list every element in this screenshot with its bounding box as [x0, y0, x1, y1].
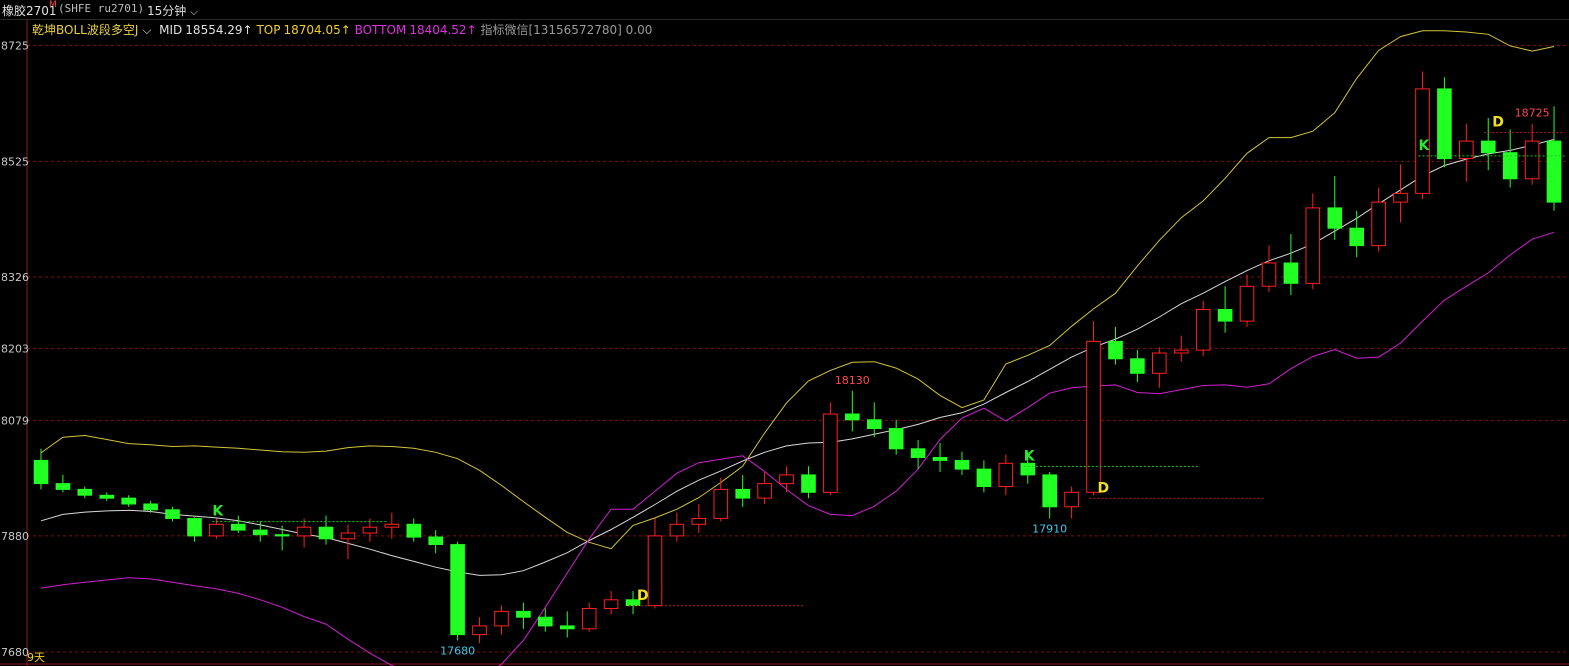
candle-body [1086, 340, 1101, 493]
grid-lines [0, 20, 1569, 666]
candle-body [516, 610, 531, 618]
sell-signal-d: D [637, 588, 649, 604]
candle-body [231, 523, 246, 531]
candle-body [33, 459, 49, 485]
y-tick-label: 8525 [1, 155, 29, 168]
buy-signal-k: K [1418, 138, 1430, 154]
title-bar: 橡胶2701 M (SHFE ru2701) 15分钟 ⌵ [0, 0, 1569, 20]
candle-body [209, 523, 224, 537]
annotations: 18130 17680 17910 18725 K D K D K D [212, 107, 1565, 657]
candle-body [1481, 140, 1496, 154]
candle-body [296, 526, 312, 537]
candle-body [1349, 227, 1365, 247]
band-line-bottom [40, 231, 1555, 666]
y-tick-label: 8326 [1, 271, 29, 284]
candles [33, 71, 1562, 644]
candle-body [1524, 140, 1540, 180]
candle-body [428, 536, 443, 545]
candle-body [99, 494, 115, 499]
candle-body [647, 535, 663, 607]
candle-body [1108, 340, 1123, 360]
candle-body [165, 509, 180, 519]
candle-body [1393, 192, 1408, 203]
candle-body [274, 534, 290, 537]
candle-body [1327, 207, 1343, 229]
candle-body [1437, 88, 1452, 160]
candle-body [318, 526, 334, 540]
candle-body [1152, 352, 1167, 374]
y-tick-label: 8203 [1, 342, 29, 355]
candle-body [538, 616, 553, 627]
candle-body [932, 457, 948, 461]
candle-body [779, 474, 794, 485]
candle-body [187, 518, 202, 537]
candle-body [823, 413, 838, 493]
candle-body [472, 625, 487, 636]
candle-body [1239, 285, 1255, 322]
candle-body [494, 610, 509, 627]
candle-body [757, 483, 772, 499]
low-price-label: 17680 [440, 644, 475, 657]
y-axis: 8725 8525 8326 8203 8079 7880 76809天 [1, 39, 45, 664]
candle-body [253, 529, 268, 536]
y-tick-label: 8725 [1, 39, 29, 52]
bottom-left-label: 9天 [27, 651, 45, 664]
candle-body [384, 523, 400, 528]
candle-body [954, 459, 970, 470]
candle-body [581, 608, 597, 630]
candle-body [691, 518, 707, 525]
candle-body [450, 544, 465, 636]
symbol-flag: M [49, 0, 57, 10]
candle-body [1546, 140, 1562, 203]
candle-body [998, 462, 1014, 487]
candlestick-chart[interactable]: 18130176801791018725KDKDKD 8725852583268… [0, 20, 1569, 666]
period-selector[interactable]: 15分钟 ⌵ [147, 2, 198, 19]
period-label: 15分钟 [147, 4, 187, 18]
candle-body [1305, 207, 1321, 284]
candle-body [560, 625, 575, 630]
high-price-label: 18130 [835, 374, 870, 387]
y-tick-label: 7880 [1, 530, 29, 543]
candle-body [603, 599, 619, 609]
candle-body [143, 503, 158, 511]
candle-body [406, 523, 422, 538]
candle-body [867, 419, 882, 429]
band-line-mid [40, 138, 1555, 576]
exchange-code: (SHFE ru2701) [58, 2, 145, 15]
candle-body [55, 483, 71, 490]
y-tick-label: 8079 [1, 414, 29, 427]
sell-signal-d: D [1492, 115, 1504, 131]
candle-body [1195, 309, 1211, 351]
candle-body [1217, 309, 1233, 322]
candle-body [121, 497, 137, 505]
low-price-label: 17910 [1032, 522, 1067, 535]
candle-body [976, 468, 992, 488]
candle-body [1130, 358, 1145, 374]
y-tick-label: 7680 [1, 646, 29, 659]
candle-body [713, 488, 729, 519]
candle-body [669, 523, 685, 537]
candle-body [1064, 491, 1079, 508]
buy-signal-k: K [1024, 448, 1036, 464]
high-price-label: 18725 [1515, 107, 1550, 120]
chevron-down-icon: ⌵ [190, 7, 198, 18]
candle-body [340, 532, 356, 540]
candle-body [1283, 262, 1299, 284]
candle-body [1371, 201, 1386, 247]
candle-body [735, 488, 751, 499]
sell-signal-d: D [1098, 480, 1110, 496]
candle-body [1020, 462, 1036, 476]
band-line-top [40, 30, 1555, 550]
candle-body [1261, 262, 1277, 287]
candle-body [845, 413, 860, 421]
candle-body [362, 526, 378, 534]
candle-body [77, 488, 93, 496]
candle-body [1174, 349, 1189, 354]
candle-body [1042, 474, 1058, 508]
buy-signal-k: K [212, 504, 224, 520]
candle-body [888, 428, 904, 450]
candle-body [801, 474, 816, 493]
candle-body [910, 448, 926, 458]
candle-body [1502, 152, 1518, 180]
